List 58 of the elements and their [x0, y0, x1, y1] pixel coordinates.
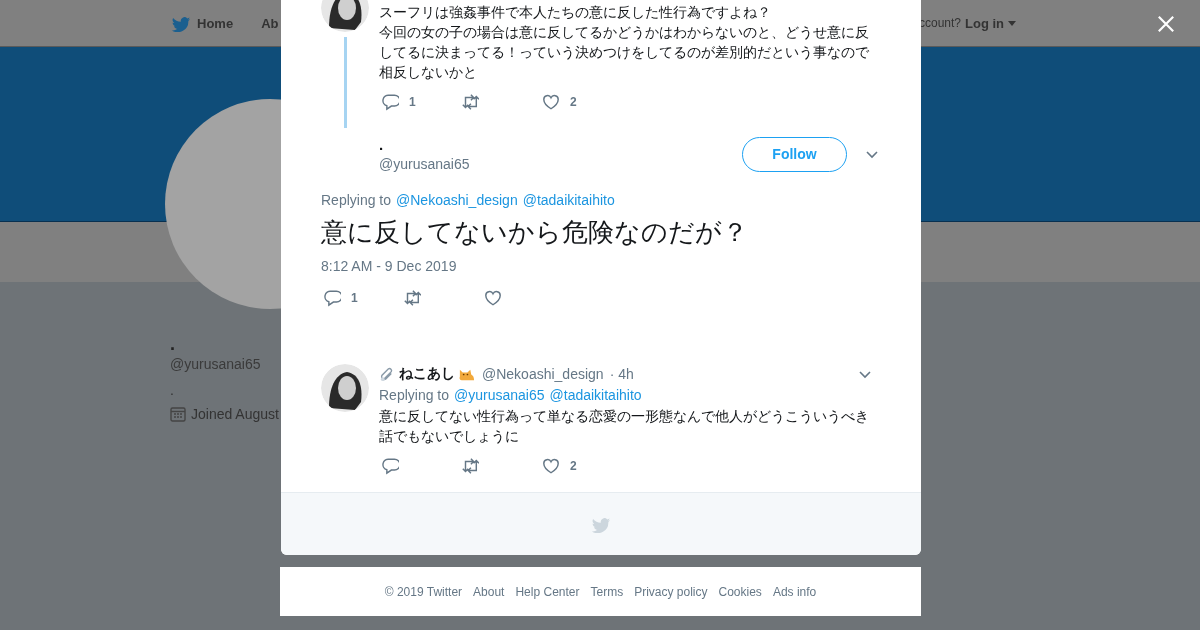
reply-icon — [323, 289, 341, 307]
caret-icon[interactable] — [858, 368, 872, 380]
action-count: 2 — [570, 95, 577, 109]
replying-to-label: Replying to — [379, 387, 450, 403]
retweet-icon — [461, 457, 479, 475]
retweet-icon — [403, 289, 421, 307]
tweet-timestamp: 8:12 AM - 9 Dec 2019 — [321, 258, 458, 274]
reply-button[interactable] — [321, 289, 343, 307]
tweet-age: · 4h — [609, 366, 634, 382]
tweet-text: 意に反してない性行為って単なる恋愛の一形態なんで他人がどうこういうべき話でもないでしょうに — [379, 407, 870, 446]
copyright: © 2019 Twitter — [384, 584, 463, 599]
tweet-text: 今回の女の子の場合は意に反してるかどうかはわからないのと、どうせ意に反してるに決まってる！っていう決めつけをしてるのが差別的だという事なので相反しないかと — [379, 23, 870, 82]
user-name: . — [379, 136, 385, 154]
tweet-text: 意に反してないから危険なのだが？ — [321, 216, 749, 249]
avatar-icon — [321, 364, 369, 412]
bird-icon — [591, 515, 611, 533]
heart-button[interactable] — [540, 93, 562, 111]
mention-link[interactable]: @yurusanai65 — [454, 387, 545, 403]
nav-link[interactable]: Ab — [261, 15, 279, 31]
action-count: 1 — [351, 291, 358, 305]
heart-icon — [542, 457, 560, 475]
footer-link[interactable]: Help Center — [515, 584, 580, 599]
reply-button[interactable] — [379, 457, 401, 475]
user-handle: @Nekoashi_design — [482, 366, 604, 382]
profile-bio: . — [170, 382, 174, 398]
calendar-icon — [170, 406, 186, 422]
follow-button[interactable]: Follow — [742, 136, 847, 172]
profile-name: . — [170, 334, 175, 354]
tweet-text: スーフリは強姦事件で本人たちの意に反した性行為ですよね？ — [379, 3, 772, 22]
joined-date: Joined August — [191, 406, 279, 422]
heart-button[interactable] — [540, 457, 562, 475]
heart-icon — [542, 93, 560, 111]
footer-link[interactable]: Terms — [590, 584, 624, 599]
action-count: 2 — [570, 459, 577, 473]
footer-link[interactable]: Cookies — [718, 584, 762, 599]
replying-to-label: Replying to — [321, 192, 392, 208]
login-link[interactable]: Log in — [965, 15, 1004, 31]
mention-link[interactable]: @tadaikitaihito — [522, 192, 615, 208]
bird-icon — [171, 14, 191, 32]
user-handle: @yurusanai65 — [379, 156, 471, 172]
mention-link[interactable]: @Nekoashi_design — [396, 192, 518, 208]
reply-icon — [381, 93, 399, 111]
caret-icon — [1008, 20, 1016, 26]
footer-link[interactable]: Ads info — [772, 584, 817, 599]
action-count: 1 — [409, 95, 416, 109]
reply-button[interactable] — [379, 93, 401, 111]
profile-handle: @yurusanai65 — [170, 356, 261, 372]
footer-link[interactable]: About — [473, 584, 505, 599]
mention-link[interactable]: @tadaikitaihito — [549, 387, 642, 403]
user-name: ねこあし — [399, 365, 455, 383]
close-icon[interactable] — [1157, 15, 1175, 33]
nav-link[interactable]: Home — [171, 14, 234, 32]
heart-button[interactable] — [482, 289, 504, 307]
footer-link[interactable]: Privacy policy — [634, 584, 708, 599]
heart-icon — [484, 289, 502, 307]
reply-icon — [381, 457, 399, 475]
retweet-icon — [461, 93, 479, 111]
caret-icon[interactable] — [865, 148, 879, 160]
